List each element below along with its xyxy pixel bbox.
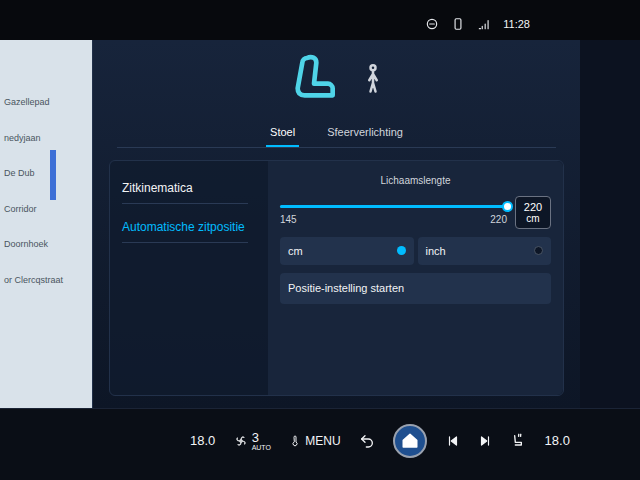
radio-dot: [397, 246, 406, 255]
map-label: De Dub: [4, 167, 92, 181]
fan-mode: AUTO: [252, 444, 271, 451]
start-button[interactable]: Positie-instelling starten: [280, 273, 551, 304]
menu-item[interactable]: Automatische zitpositie: [122, 212, 248, 243]
unit-option[interactable]: inch: [418, 237, 552, 266]
menu-label: Zitkinematica: [122, 181, 193, 195]
phone-icon: [451, 17, 465, 31]
radio-dot: [534, 246, 543, 255]
tab-bar: Stoel Sfeerverlichting: [117, 120, 556, 148]
slider-thumb[interactable]: [502, 201, 513, 212]
menu-button[interactable]: MENU: [289, 432, 340, 450]
map-strip[interactable]: Gazellepad nedyjaan De Dub Corridor Doornhoe…: [0, 40, 92, 408]
settings-column: Lichaamslengte145220220cmcminchPositie-i…: [268, 161, 563, 396]
temp-left[interactable]: 18.0: [190, 431, 215, 451]
slider-value: 220: [490, 212, 507, 227]
home-icon[interactable]: [393, 424, 427, 458]
clock: 11:28: [503, 16, 530, 33]
value-box: 220cm: [515, 196, 551, 229]
back-icon[interactable]: [359, 433, 375, 449]
map-label: Corridor: [4, 203, 92, 217]
bottom-bar: 18.0 3AUTO MENU 18.0: [0, 408, 640, 480]
unit-option[interactable]: cm: [280, 237, 414, 266]
value-number: 220: [524, 201, 542, 213]
screen-area: Gazellepad nedyjaan De Dub Corridor Doornhoe…: [0, 40, 640, 408]
person-icon: [358, 46, 388, 112]
fan-control[interactable]: 3AUTO: [234, 431, 271, 451]
connection-icon: [425, 17, 439, 31]
start-label: Positie-instelling starten: [288, 282, 404, 294]
menu-label: MENU: [305, 432, 340, 450]
slider-track[interactable]: [280, 205, 507, 208]
map-label: or Clercqstraat: [4, 274, 92, 288]
value-unit: cm: [526, 213, 539, 224]
fan-text: 3AUTO: [252, 431, 271, 451]
route-line: [50, 150, 56, 200]
previous-icon[interactable]: [446, 434, 460, 448]
map-label: Doornhoek: [4, 238, 92, 252]
temp-right[interactable]: 18.0: [545, 431, 570, 451]
tab[interactable]: Stoel: [266, 120, 299, 147]
tab[interactable]: Sfeerverlichting: [323, 120, 407, 147]
slider-column: 145 220: [280, 197, 507, 227]
tab-label: Stoel: [270, 126, 295, 138]
seat-icon: [286, 46, 342, 112]
status-bar: 11:28: [0, 0, 640, 40]
menu-item[interactable]: Zitkinematica: [122, 173, 248, 204]
slider-fill: [280, 205, 507, 208]
slider-scale: 145 220: [280, 212, 507, 227]
fan-level: 3: [252, 431, 271, 444]
unit-selector: cm inch: [280, 237, 551, 266]
unit-label: cm: [288, 243, 303, 260]
fan-icon: [234, 434, 248, 448]
slider-row: 145220220cm: [280, 196, 551, 229]
map-label: nedyjaan: [4, 132, 92, 146]
thermometer-icon: [289, 434, 301, 448]
seat-illustration: [93, 40, 580, 120]
map-label: Gazellepad: [4, 96, 92, 110]
right-strip: [580, 40, 640, 408]
slider-min: 145: [280, 212, 297, 227]
slider-label: Lichaamslengte: [280, 173, 551, 188]
tab-label: Sfeerverlichting: [327, 126, 403, 138]
settings-panel: Stoel Sfeerverlichting Zitkinematica Automa…: [92, 40, 580, 408]
next-icon[interactable]: [478, 434, 492, 448]
side-menu: Zitkinematica Automatische zitpositie: [110, 161, 260, 396]
seat-heating-icon[interactable]: [510, 433, 526, 449]
signal-icon: [477, 17, 491, 31]
unit-label: inch: [426, 243, 446, 260]
menu-label: Automatische zitpositie: [122, 220, 245, 234]
content-card: Zitkinematica Automatische zitpositie Lich…: [109, 160, 564, 397]
